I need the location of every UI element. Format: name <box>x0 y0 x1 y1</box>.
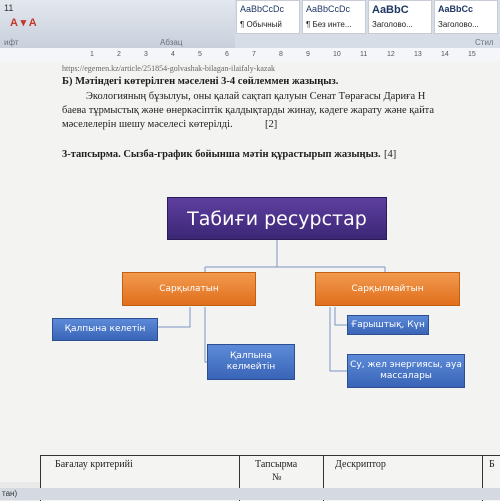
ruler-tick: 12 <box>387 51 395 58</box>
node-text: Қалпына <box>229 351 273 361</box>
ruler-tick: 10 <box>333 51 341 58</box>
diagram-node-exhaustible: Сарқылатын <box>122 272 256 306</box>
ruler-tick: 13 <box>414 51 422 58</box>
font-group: 11 A ▾ A <box>0 0 235 48</box>
table-header-score: Б <box>489 459 495 470</box>
document-page[interactable]: https://egemen.kz/article/251854-golvash… <box>0 62 500 482</box>
style-name: Заголово... <box>372 20 413 29</box>
style-name: ¶ Обычный <box>240 20 282 29</box>
node-text: массалары <box>380 371 432 381</box>
ruler[interactable]: 1 2 3 4 5 6 7 8 9 10 11 12 13 14 15 <box>0 48 500 63</box>
diagram-node-inexhaustible: Сарқылмайтын <box>315 272 460 306</box>
ruler-tick: 7 <box>252 51 256 58</box>
style-sample: AaBbCcDc <box>240 4 285 14</box>
font-color-button[interactable]: A ▾ A <box>10 16 37 29</box>
style-normal[interactable]: AaBbCcDc ¶ Обычный <box>236 0 300 34</box>
table-header-descriptor: Дескриптор <box>335 459 386 470</box>
font-size-field[interactable]: 11 <box>4 3 13 13</box>
style-heading1[interactable]: AaBbC Заголово... <box>368 0 432 34</box>
paragraph-section-label: Абзац <box>160 38 183 47</box>
table-header-task: Тапсырма <box>255 459 298 470</box>
ruler-tick: 4 <box>171 51 175 58</box>
ruler-tick: 3 <box>144 51 148 58</box>
style-name: ¶ Без инте... <box>306 20 352 29</box>
style-sample: AaBbCc <box>438 4 474 14</box>
style-name: Заголово... <box>438 20 479 29</box>
style-no-spacing[interactable]: AaBbCcDc ¶ Без инте... <box>302 0 366 34</box>
diagram-node-renewable: Қалпына келетін <box>52 318 158 341</box>
diagram-node-nonrenewable: Қалпына келмейтін <box>207 344 295 380</box>
table-header-criteria: Бағалау критерийі <box>55 459 133 470</box>
ruler-tick: 15 <box>468 51 476 58</box>
style-sample: AaBbCcDc <box>306 4 351 14</box>
diagram-root-node: Табиғи ресурстар <box>167 197 387 240</box>
ruler-tick: 11 <box>360 51 368 58</box>
styles-section-label: Стил <box>475 38 494 47</box>
ruler-tick: 2 <box>117 51 121 58</box>
ruler-tick: 5 <box>198 51 202 58</box>
table-header-task-no: № <box>272 472 282 483</box>
font-section-label: ифт <box>4 38 19 47</box>
status-text: тан) <box>2 489 18 498</box>
styles-gallery: AaBbCcDc ¶ Обычный AaBbCcDc ¶ Без инте..… <box>236 0 500 38</box>
diagram-node-water-wind: Су, жел энергиясы, ауа массалары <box>347 354 465 388</box>
ruler-tick: 9 <box>306 51 310 58</box>
ribbon: 11 A ▾ A AaBbCcDc ¶ Обычный AaBbCcDc ¶ Б… <box>0 0 500 49</box>
status-bar: тан) <box>0 488 500 500</box>
diagram-node-space-sun: Ғарыштық, Күн <box>347 315 429 335</box>
node-text: Су, жел энергиясы, ауа <box>350 360 462 370</box>
node-text: келмейтін <box>226 362 276 372</box>
ruler-tick: 8 <box>279 51 283 58</box>
style-sample: AaBbC <box>372 4 409 16</box>
ruler-tick: 14 <box>441 51 449 58</box>
ruler-tick: 1 <box>90 51 94 58</box>
style-heading2[interactable]: AaBbCc Заголово... <box>434 0 498 34</box>
ruler-tick: 6 <box>225 51 229 58</box>
